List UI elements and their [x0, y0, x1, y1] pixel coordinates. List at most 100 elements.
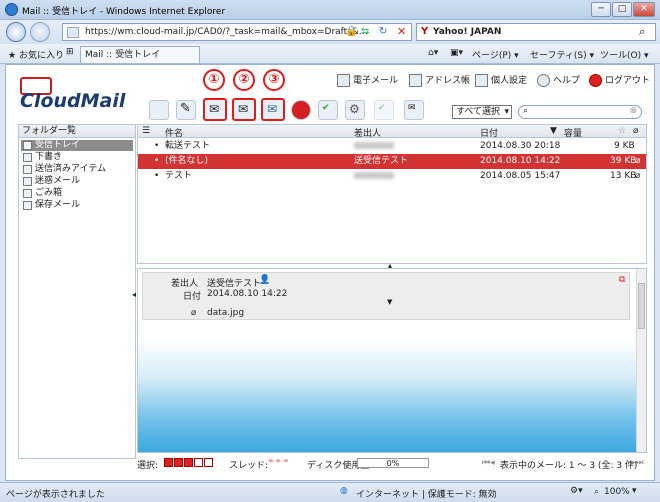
- sent-icon: [23, 165, 32, 174]
- row-subject: 転送テスト: [165, 141, 211, 151]
- folder-sent[interactable]: 送信済みアイテム: [21, 164, 133, 175]
- lock-icon[interactable]: 🔒: [345, 26, 357, 37]
- feeds-icon[interactable]: ▣▾: [450, 48, 463, 58]
- tools-menu[interactable]: ツール(O) ▾: [600, 48, 649, 61]
- home-icon[interactable]: ⌂▾: [428, 48, 438, 58]
- thread-label: スレッド:: [229, 461, 269, 471]
- yahoo-icon: Y: [421, 26, 429, 37]
- minimize-button[interactable]: ─: [591, 2, 611, 17]
- table-row[interactable]: • 転送テスト 2014.08.30 20:18 9 KB: [138, 139, 646, 154]
- expand-header-icon[interactable]: ▼: [387, 298, 392, 306]
- page-nav-next-icon[interactable]: ▸⏭: [631, 458, 644, 468]
- date-value: 2014.08.10 14:22: [207, 289, 288, 299]
- maximize-button[interactable]: □: [612, 2, 632, 17]
- select-dropdown[interactable]: すべて選択 ▾: [452, 105, 512, 119]
- address-bar[interactable]: https://wm.cloud-mail.jp/CAD0/?_task=mai…: [62, 23, 412, 41]
- splitter-handle[interactable]: ◂: [132, 290, 136, 299]
- compat-icon[interactable]: ⇆: [361, 26, 369, 37]
- message-list: ☰ 件名 差出人 日付 ▼ 容量 ☆ ⌀ • 転送テスト 2014.08.30 …: [137, 124, 647, 264]
- get-mail-button[interactable]: [149, 100, 169, 120]
- date-label: 日付: [183, 292, 202, 302]
- attach-col-icon[interactable]: ⌀: [633, 126, 638, 136]
- safety-menu[interactable]: セーフティ(S) ▾: [530, 48, 594, 61]
- pencil-icon: [23, 153, 32, 162]
- table-row[interactable]: • (件名なし) 送受信テスト 2014.08.10 14:22 39 KB ⌀: [138, 154, 646, 169]
- row-subject: (件名なし): [165, 156, 209, 166]
- flag-col-icon[interactable]: ☆: [618, 126, 626, 136]
- contact-icon[interactable]: 👤: [259, 275, 270, 285]
- folder-drafts[interactable]: 下書き: [21, 152, 133, 163]
- attachment-icon: ⌀: [635, 156, 641, 166]
- nav-addressbook[interactable]: アドレス帳: [409, 73, 470, 87]
- folder-inbox[interactable]: 受信トレイ: [21, 140, 133, 151]
- from-label: 差出人: [171, 279, 199, 289]
- preview-scrollbar[interactable]: [636, 269, 646, 452]
- folder-trash[interactable]: ごみ箱: [21, 188, 133, 199]
- more-button[interactable]: ⚙: [345, 100, 365, 120]
- mark-button[interactable]: ✔: [318, 100, 338, 120]
- select-buttons[interactable]: [164, 458, 214, 468]
- reply-all-button[interactable]: ✉: [232, 98, 256, 121]
- folder-archive[interactable]: 保存メール: [21, 200, 133, 211]
- zoom-dropdown-icon[interactable]: ▾: [632, 486, 637, 496]
- row-size: 39 KB: [610, 156, 637, 166]
- zone-settings-icon[interactable]: ⚙▾: [570, 486, 583, 496]
- redacted-sender: [354, 142, 394, 149]
- dropdown-arrow-icon: ▾: [504, 107, 509, 117]
- scroll-thumb[interactable]: [638, 283, 645, 329]
- delete-button[interactable]: [291, 100, 311, 120]
- col-date[interactable]: 日付: [480, 126, 498, 139]
- ie-icon: [5, 3, 18, 16]
- row-date: 2014.08.05 15:47: [480, 171, 561, 181]
- table-row[interactable]: • テスト 2014.08.05 15:47 13 KB ⌀: [138, 169, 646, 184]
- col-from[interactable]: 差出人: [354, 126, 381, 139]
- nav-email[interactable]: 電子メール: [337, 73, 398, 87]
- clear-icon[interactable]: ⊗: [629, 106, 637, 116]
- nav-settings[interactable]: 個人設定: [475, 73, 527, 87]
- spam-button[interactable]: ✔: [374, 100, 394, 120]
- inbox-icon: [23, 141, 32, 150]
- sort-desc-icon: ▼: [550, 126, 557, 136]
- addressbook-icon: [409, 74, 422, 87]
- back-button[interactable]: [6, 22, 26, 42]
- paperclip-icon: ⌀: [191, 308, 197, 318]
- page-menu[interactable]: ページ(P) ▾: [472, 48, 519, 61]
- search-icon: ⌕: [523, 106, 529, 116]
- row-subject: テスト: [165, 171, 193, 181]
- zoom-icon[interactable]: ⌕: [594, 487, 599, 497]
- reply-button[interactable]: ✉: [203, 98, 227, 121]
- thread-icons[interactable]: ⚭⚭⚭: [267, 457, 290, 467]
- from-value: 送受信テスト: [207, 279, 262, 289]
- popout-icon[interactable]: ⧉: [619, 275, 625, 285]
- search-icon[interactable]: ⌕: [639, 25, 645, 39]
- nav-logout[interactable]: ログアウト: [589, 73, 650, 87]
- row-size: 9 KB: [614, 141, 635, 151]
- help-icon: [537, 74, 550, 87]
- col-size[interactable]: 容量: [564, 126, 582, 139]
- window-titlebar: Mail :: 受信トレイ - Windows Internet Explore…: [0, 0, 660, 20]
- forward-button[interactable]: ✉: [261, 98, 285, 121]
- search-box[interactable]: Y Yahoo! JAPAN ⌕: [416, 23, 656, 41]
- compose-button[interactable]: ✎: [176, 100, 196, 120]
- tab-mail[interactable]: Mail :: 受信トレイ: [80, 46, 200, 63]
- nav-help[interactable]: ヘルプ: [537, 73, 580, 87]
- col-subject[interactable]: 件名: [165, 126, 183, 139]
- folder-junk[interactable]: 迷惑メール: [21, 176, 133, 187]
- row-from: 送受信テスト: [354, 156, 409, 166]
- refresh-icon[interactable]: ↻: [379, 26, 387, 37]
- zoom-level[interactable]: 100%: [604, 487, 630, 497]
- junk-button[interactable]: ✉: [404, 100, 424, 120]
- tab-grid-icon[interactable]: ⊞: [66, 47, 74, 57]
- page-nav-prev-icon[interactable]: ⏮◂: [482, 458, 495, 468]
- favorites-button[interactable]: ★ お気に入り: [8, 48, 64, 61]
- list-options-icon[interactable]: ☰: [142, 126, 150, 136]
- close-window-button[interactable]: ✕: [633, 2, 655, 17]
- search-engine-name: Yahoo! JAPAN: [433, 27, 502, 37]
- mail-search-input[interactable]: ⌕ ⊗: [518, 105, 642, 119]
- disk-usage-bar: 0%: [357, 458, 429, 468]
- logo: CloudMail: [20, 90, 126, 112]
- forward-button[interactable]: [30, 22, 50, 42]
- attachment-link[interactable]: data.jpg: [207, 308, 244, 318]
- list-footer: 選択: スレッド: ⚭⚭⚭ ディスク使用量: 0% ⏮◂ 表示中のメール: 1 …: [137, 457, 647, 471]
- stop-icon[interactable]: ✕: [397, 25, 406, 38]
